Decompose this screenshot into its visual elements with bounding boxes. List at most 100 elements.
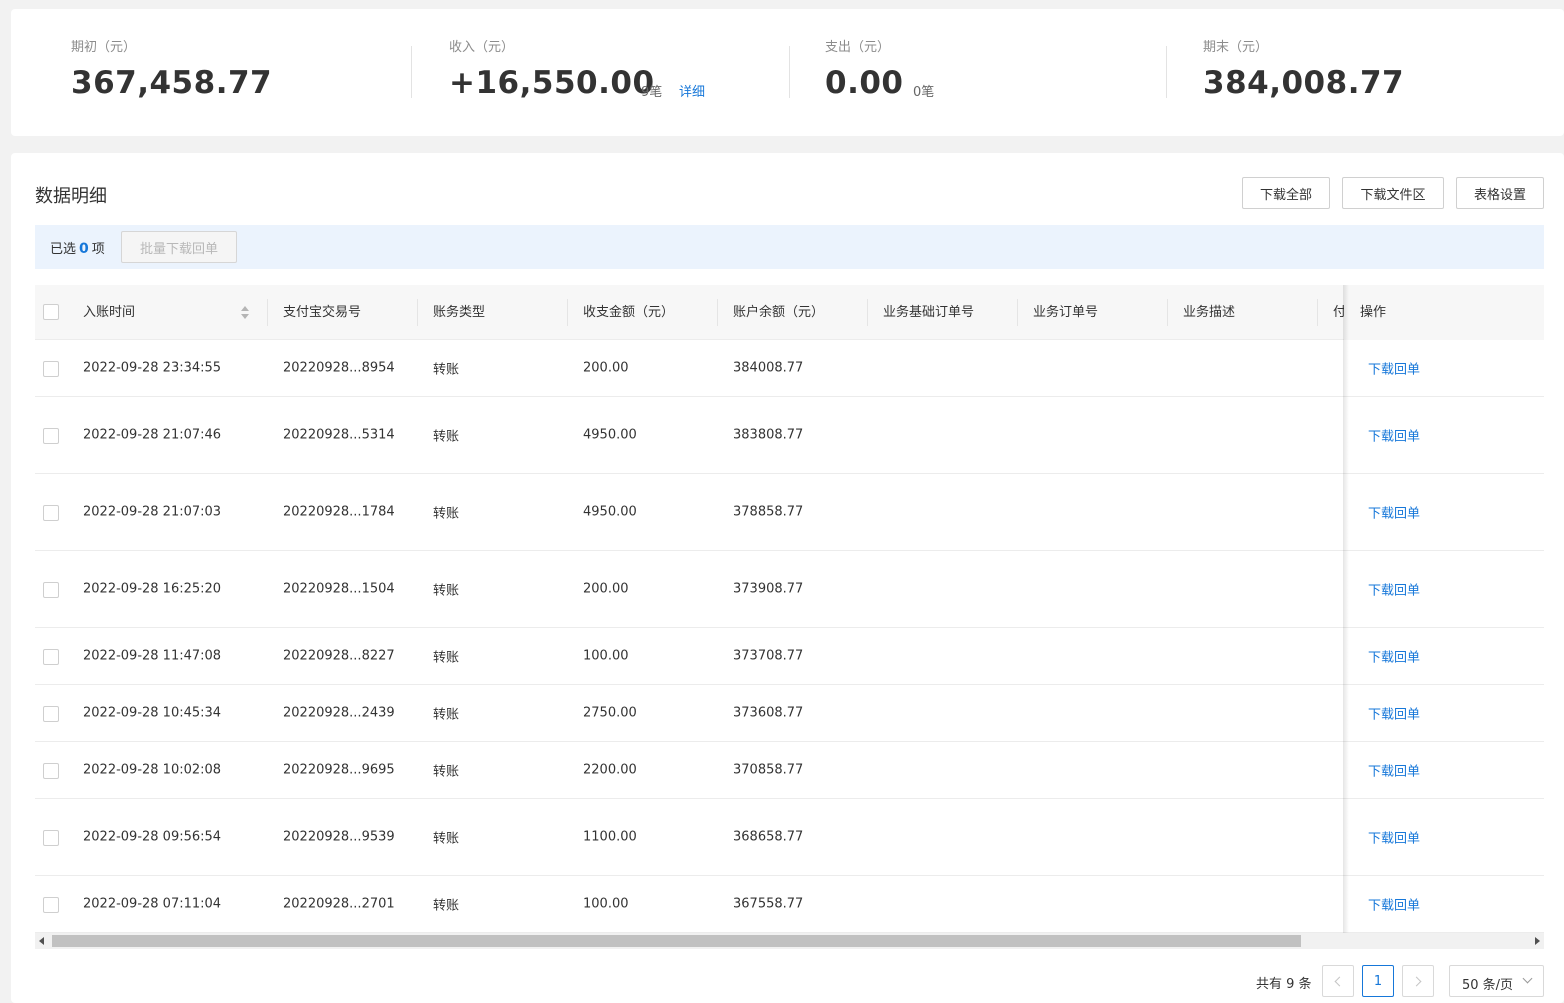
cell-trade-no: 20220928...2439 [283, 705, 395, 721]
row-checkbox[interactable] [43, 582, 59, 598]
table-row: 2022-09-28 11:47:08 20220928...8227 转账 100.… [35, 628, 1544, 685]
row-checkbox[interactable] [43, 428, 59, 444]
table-settings-button[interactable]: 表格设置 [1456, 177, 1544, 209]
data-table: 入账时间 支付宝交易号 账务类型 收支金额（元） 账户余额（元） 业务基础订单号… [35, 285, 1544, 933]
col-header-time[interactable]: 入账时间 [83, 285, 135, 340]
table-row: 2022-09-28 09:56:54 20220928...9539 转账 1100… [35, 799, 1544, 876]
column-separator[interactable] [1317, 299, 1318, 326]
download-receipt-link[interactable]: 下载回单 [1368, 359, 1420, 378]
selection-suffix: 项 [91, 242, 105, 257]
download-receipt-link[interactable]: 下载回单 [1368, 647, 1420, 666]
income-value: +16,550.00 [449, 65, 655, 101]
download-receipt-link[interactable]: 下载回单 [1368, 895, 1420, 914]
selection-bar: 已选 0 项 批量下载回单 [35, 225, 1544, 269]
cell-type: 转账 [433, 831, 460, 847]
section-title: 数据明细 [35, 186, 107, 207]
row-checkbox[interactable] [43, 706, 59, 722]
cell-balance: 367558.77 [733, 896, 804, 912]
prev-page-button[interactable] [1322, 965, 1354, 997]
cell-amount: 200.00 [583, 360, 629, 376]
download-receipt-link[interactable]: 下载回单 [1368, 828, 1420, 847]
download-all-button[interactable]: 下载全部 [1242, 177, 1330, 209]
row-checkbox[interactable] [43, 830, 59, 846]
row-checkbox[interactable] [43, 505, 59, 521]
col-header-order: 业务订单号 [1033, 305, 1099, 320]
page-size-select[interactable]: 50 条/页 [1449, 965, 1544, 997]
cell-balance: 383808.77 [733, 427, 804, 443]
scroll-left-icon[interactable] [39, 937, 44, 945]
chevron-left-icon [1334, 976, 1345, 986]
next-page-button[interactable] [1402, 965, 1434, 997]
column-separator[interactable] [417, 299, 418, 326]
table-row: 2022-09-28 10:02:08 20220928...9695 转账 2200… [35, 742, 1544, 799]
scrollbar-thumb[interactable] [52, 935, 1301, 947]
scroll-right-icon[interactable] [1535, 937, 1540, 945]
column-separator[interactable] [867, 299, 868, 326]
cell-trade-no: 20220928...5314 [283, 427, 395, 443]
row-checkbox[interactable] [43, 649, 59, 665]
column-separator[interactable] [1017, 299, 1018, 326]
cell-amount: 2750.00 [583, 705, 637, 721]
column-separator[interactable] [1167, 299, 1168, 326]
column-separator[interactable] [267, 299, 268, 326]
col-header-balance: 账户余额（元） [733, 305, 825, 320]
cell-balance: 370858.77 [733, 762, 804, 778]
cell-trade-no: 20220928...2701 [283, 896, 395, 912]
cell-time: 2022-09-28 21:07:46 [83, 427, 222, 443]
cell-balance: 378858.77 [733, 504, 804, 520]
cell-trade-no: 20220928...9539 [283, 829, 395, 845]
cell-time: 2022-09-28 07:11:04 [83, 896, 222, 912]
pagination-total: 共有 9 条 [1256, 977, 1312, 992]
download-receipt-link[interactable]: 下载回单 [1368, 426, 1420, 445]
col-header-amount: 收支金额（元） [583, 305, 675, 320]
income-detail-link[interactable]: 详细 [679, 81, 705, 100]
income-count: 9笔 [641, 85, 663, 100]
table-row: 2022-09-28 07:11:04 20220928...2701 转账 100.… [35, 876, 1544, 933]
table-row: 2022-09-28 16:25:20 20220928...1504 转账 200.… [35, 551, 1544, 628]
table-row: 2022-09-28 23:34:55 20220928...8954 转账 200.… [35, 340, 1544, 397]
col-header-type: 账务类型 [433, 305, 486, 320]
selection-status: 已选 0 项 [50, 238, 105, 257]
select-all-checkbox[interactable] [43, 304, 59, 320]
cell-type: 转账 [433, 362, 460, 378]
detail-card: 数据明细 下载全部 下载文件区 表格设置 已选 0 项 批量下载回单 入账时间 支付… [11, 153, 1564, 1003]
row-checkbox[interactable] [43, 763, 59, 779]
cell-trade-no: 20220928...1784 [283, 504, 395, 520]
selection-count: 0 [79, 241, 89, 257]
cell-type: 转账 [433, 707, 460, 723]
col-header-trade-no: 支付宝交易号 [283, 305, 362, 320]
sort-icon[interactable] [240, 305, 250, 321]
page-size-value: 50 条/页 [1462, 978, 1514, 993]
batch-download-button[interactable]: 批量下载回单 [121, 231, 237, 263]
download-zone-button[interactable]: 下载文件区 [1342, 177, 1444, 209]
column-separator[interactable] [567, 299, 568, 326]
closing-value: 384,008.77 [1203, 65, 1405, 101]
row-checkbox[interactable] [43, 897, 59, 913]
cell-amount: 1100.00 [583, 829, 637, 845]
cell-time: 2022-09-28 23:34:55 [83, 360, 222, 376]
cell-balance: 373608.77 [733, 705, 804, 721]
cell-balance: 373908.77 [733, 581, 804, 597]
page-number-button[interactable]: 1 [1362, 965, 1394, 997]
download-receipt-link[interactable]: 下载回单 [1368, 761, 1420, 780]
row-checkbox[interactable] [43, 361, 59, 377]
horizontal-scrollbar[interactable] [35, 933, 1544, 949]
chevron-down-icon [1522, 973, 1533, 984]
download-receipt-link[interactable]: 下载回单 [1368, 704, 1420, 723]
download-receipt-link[interactable]: 下载回单 [1368, 503, 1420, 522]
summary-card: 期初（元） 367,458.77 收入（元） +16,550.00 9笔 详细 … [11, 9, 1564, 136]
download-receipt-link[interactable]: 下载回单 [1368, 580, 1420, 599]
cell-time: 2022-09-28 11:47:08 [83, 648, 222, 664]
cell-trade-no: 20220928...9695 [283, 762, 395, 778]
cell-balance: 384008.77 [733, 360, 804, 376]
expense-count: 0笔 [913, 85, 935, 100]
column-separator[interactable] [717, 299, 718, 326]
opening-label: 期初（元） [71, 40, 137, 55]
divider [789, 46, 790, 98]
chevron-right-icon [1411, 976, 1422, 986]
cell-trade-no: 20220928...8227 [283, 648, 395, 664]
cell-trade-no: 20220928...8954 [283, 360, 395, 376]
cell-amount: 4950.00 [583, 427, 637, 443]
col-header-action: 操作 [1344, 285, 1544, 340]
cell-type: 转账 [433, 650, 460, 666]
